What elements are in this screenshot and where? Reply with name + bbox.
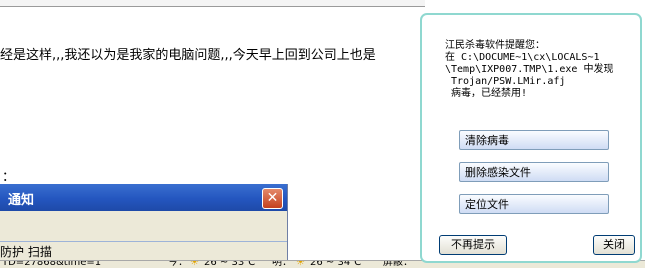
colon-text: ： <box>2 170 16 185</box>
close-icon[interactable]: ✕ <box>262 188 283 209</box>
top-input-strip <box>0 0 425 7</box>
no-more-prompt-button[interactable]: 不再提示 <box>439 235 507 255</box>
forum-post-text: 经是这样,,,我还以为是我家的电脑问题,,,今天早上回到公司上也是 <box>0 48 376 63</box>
close-button[interactable]: 关闭 <box>593 235 635 255</box>
delete-infected-file-button[interactable]: 删除感染文件 <box>459 162 609 182</box>
notice-title: 通知 <box>8 193 35 208</box>
locate-file-button[interactable]: 定位文件 <box>459 194 609 214</box>
notice-window: 通知 ✕ 防护 扫描 <box>0 184 288 260</box>
antivirus-alert-popup: 江民杀毒软件提醒您： 在 C:\DOCUME~1\cx\LOCALS~1 \Te… <box>420 13 642 263</box>
alert-message: 江民杀毒软件提醒您： 在 C:\DOCUME~1\cx\LOCALS~1 \Te… <box>445 40 614 99</box>
notice-tab-label[interactable]: 防护 扫描 <box>0 243 52 260</box>
clean-virus-button[interactable]: 清除病毒 <box>459 130 609 150</box>
notice-title-bar[interactable]: 通知 ✕ <box>0 184 287 211</box>
divider <box>0 241 287 242</box>
